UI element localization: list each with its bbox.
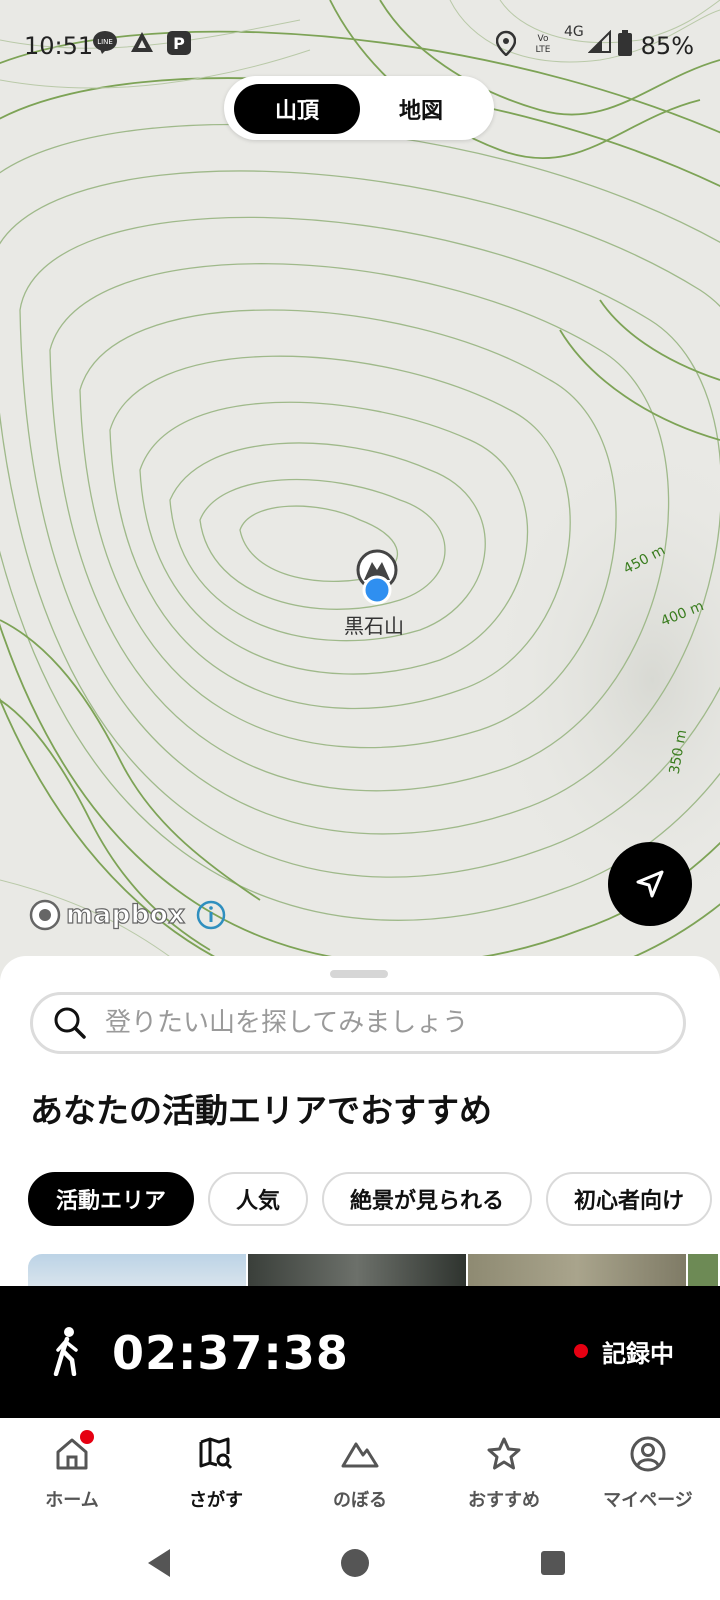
recommended-photos [28, 1254, 718, 1286]
mapbox-wordmark: mapbox [65, 899, 186, 930]
chip-activity-area[interactable]: 活動エリア [28, 1172, 195, 1226]
battery-icon [618, 30, 632, 56]
mountain-icon [338, 1432, 382, 1476]
mountain-photo[interactable] [688, 1254, 718, 1286]
tab-climb[interactable]: のぼる [288, 1432, 432, 1512]
signal-icon [588, 30, 612, 54]
status-time: 10:51 [24, 32, 94, 60]
svg-text:LTE: LTE [536, 45, 551, 55]
recording-status: 記録中 [602, 1340, 674, 1368]
tab-search[interactable]: さがす [144, 1432, 288, 1512]
bottom-sheet: あなたの活動エリアでおすすめ 活動エリア 人気 絶景が見られる 初心者向け [0, 956, 720, 1286]
location-icon [496, 30, 516, 56]
tab-home[interactable]: ホーム [0, 1430, 144, 1512]
toggle-summit[interactable]: 山頂 [234, 84, 360, 134]
peak-name-label[interactable]: 黒石山 [344, 610, 404, 639]
filter-chips: 活動エリア 人気 絶景が見られる 初心者向け [28, 1172, 713, 1226]
svg-text:Vo: Vo [538, 34, 549, 44]
battery-percent: 85% [640, 32, 694, 60]
contour-lines [0, 0, 720, 980]
section-title: あなたの活動エリアでおすすめ [30, 1091, 492, 1130]
svg-text:LINE: LINE [97, 38, 113, 46]
tab-label: おすすめ [468, 1490, 540, 1511]
paypay-icon: P [166, 30, 192, 56]
mapbox-attribution: mapbox [28, 898, 228, 932]
tab-label: マイページ [603, 1490, 693, 1511]
user-icon [626, 1432, 670, 1476]
tab-label: さがす [189, 1490, 243, 1511]
current-location-button[interactable] [608, 842, 692, 926]
search-input[interactable] [103, 1007, 667, 1039]
tab-recommend[interactable]: おすすめ [432, 1432, 576, 1512]
volte-icon: Vo LTE [530, 30, 556, 56]
chip-beginner[interactable]: 初心者向け [546, 1172, 713, 1226]
tab-mypage[interactable]: マイページ [576, 1432, 720, 1512]
home-icon [50, 1430, 94, 1476]
mapbox-logo-icon [29, 899, 61, 931]
search-icon [54, 1007, 86, 1039]
tab-label: のぼる [333, 1490, 387, 1511]
chip-scenic-view[interactable]: 絶景が見られる [322, 1172, 533, 1226]
back-icon[interactable] [144, 1546, 174, 1584]
bottom-tab-bar: ホーム さがす のぼる おすすめ マイページ [0, 1418, 720, 1528]
star-icon [482, 1432, 526, 1476]
triangle-app-icon [130, 30, 154, 54]
recording-bar[interactable]: 02:37:38 記録中 [0, 1286, 720, 1418]
view-toggle: 山頂 地図 [224, 76, 494, 140]
chip-popular[interactable]: 人気 [208, 1172, 309, 1226]
sheet-drag-handle[interactable] [330, 970, 388, 978]
mountain-photo[interactable] [248, 1254, 466, 1286]
topographic-map[interactable] [0, 0, 720, 980]
elapsed-time: 02:37:38 [112, 1326, 349, 1380]
line-icon: LINE [92, 30, 118, 54]
system-navigation-bar [0, 1528, 720, 1600]
svg-text:P: P [173, 34, 185, 53]
navigation-arrow-icon [636, 870, 664, 898]
mountain-photo[interactable] [28, 1254, 246, 1286]
network-type: 4G [564, 24, 584, 40]
recording-indicator [574, 1344, 588, 1358]
toggle-map[interactable]: 地図 [358, 84, 484, 134]
walking-icon [53, 1327, 78, 1376]
map-search-icon [194, 1432, 238, 1476]
home-circle-icon[interactable] [338, 1546, 372, 1584]
search-bar[interactable] [30, 992, 686, 1054]
mountain-photo[interactable] [468, 1254, 686, 1286]
notification-badge [80, 1430, 94, 1444]
recents-icon[interactable] [538, 1546, 568, 1584]
info-icon[interactable] [194, 898, 228, 932]
tab-label: ホーム [45, 1490, 99, 1511]
